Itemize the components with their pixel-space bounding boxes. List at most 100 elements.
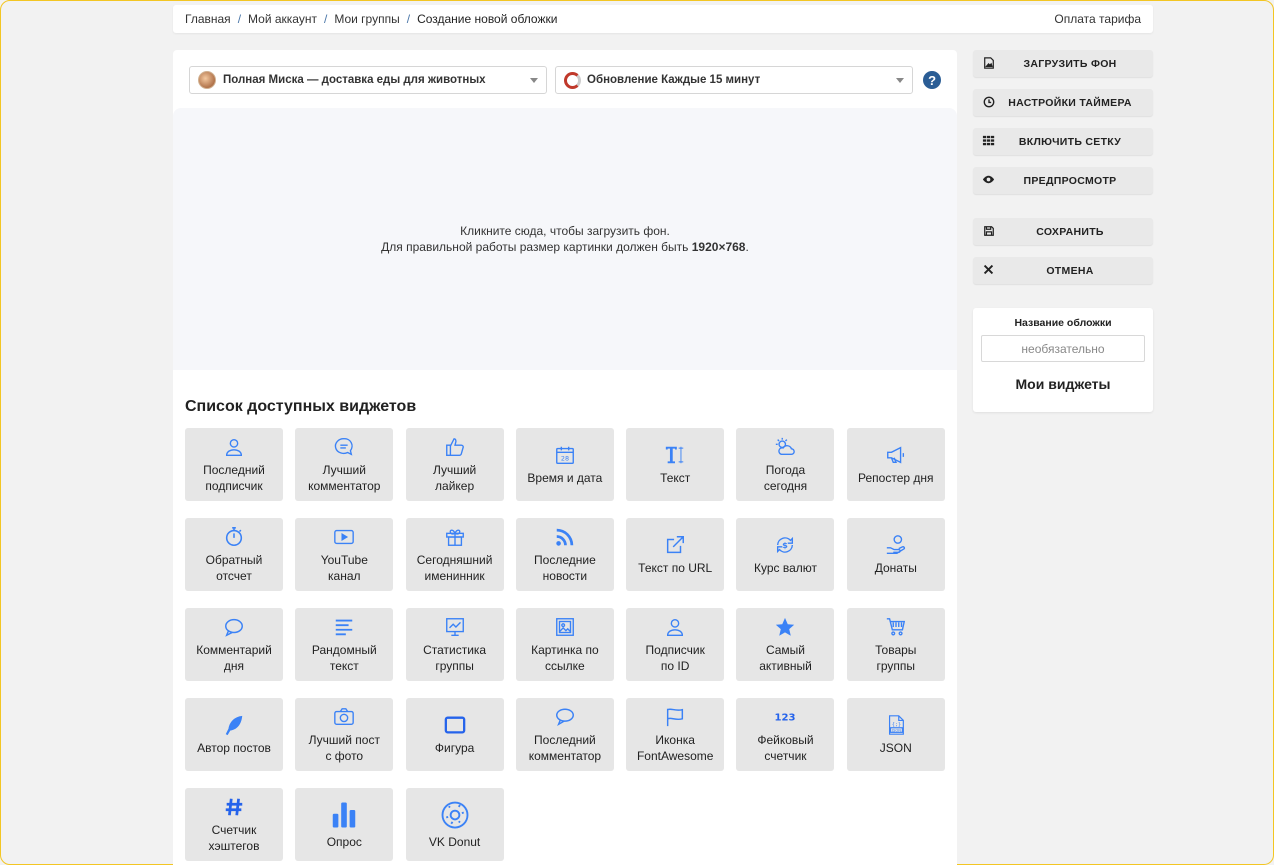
timer-icon: [564, 71, 582, 89]
comment-icon: [222, 615, 246, 639]
widget-best-commenter[interactable]: Лучший комментатор: [295, 428, 394, 501]
widget-text-url[interactable]: Текст по URL: [626, 518, 725, 591]
cancel-button[interactable]: ОТМЕНА: [973, 257, 1153, 284]
widget-label: Лучший лайкер: [432, 463, 477, 493]
breadcrumb-groups[interactable]: Мои группы: [334, 12, 399, 26]
editor-panel: Полная Миска — доставка еды для животных…: [173, 50, 957, 865]
feather-icon: [222, 713, 246, 737]
gift-icon: [443, 525, 467, 549]
widget-text[interactable]: Текст: [626, 428, 725, 501]
widget-birthday[interactable]: Сегодняшний именинник: [405, 518, 504, 591]
counter-icon: 123: [773, 705, 797, 729]
widget-reposter[interactable]: Репостер дня: [846, 428, 945, 501]
rss-icon: [553, 525, 577, 549]
breadcrumb-separator: /: [406, 12, 411, 26]
breadcrumb-separator: /: [237, 12, 242, 26]
sidebar: ЗАГРУЗИТЬ ФОН НАСТРОЙКИ ТАЙМЕРА ВКЛЮЧИТЬ…: [973, 50, 1153, 412]
selects-row: Полная Миска — доставка еды для животных…: [189, 66, 942, 94]
upload-background-button[interactable]: ЗАГРУЗИТЬ ФОН: [973, 50, 1153, 77]
hashtag-icon: [222, 795, 246, 819]
donut-icon: [439, 799, 471, 831]
cancel-label: ОТМЕНА: [1046, 264, 1094, 277]
help-icon[interactable]: ?: [923, 71, 942, 89]
widget-image-url[interactable]: Картинка по ссылке: [515, 608, 614, 681]
donate-icon: [884, 533, 908, 557]
pay-tariff-link[interactable]: Оплата тарифа: [1054, 12, 1141, 26]
widget-datetime[interactable]: 28 Время и дата: [515, 428, 614, 501]
background-upload-area[interactable]: Кликните сюда, чтобы загрузить фон. Для …: [173, 108, 957, 370]
image-file-icon: [982, 56, 995, 69]
grid-icon: [982, 134, 995, 147]
widget-youtube[interactable]: YouTube канал: [295, 518, 394, 591]
user-id-icon: [663, 615, 687, 639]
widget-label: VK Donut: [428, 835, 481, 849]
cover-name-title: Название обложки: [1014, 317, 1112, 329]
external-link-icon: [663, 533, 687, 557]
widget-countdown[interactable]: Обратный отсчет: [185, 518, 283, 591]
widget-best-liker[interactable]: Лучший лайкер: [405, 428, 504, 501]
widget-last-commenter[interactable]: Последний комментатор: [515, 698, 614, 771]
widget-poll[interactable]: Опрос: [295, 788, 394, 861]
widget-label: Погода сегодня: [763, 463, 808, 493]
widget-label: Текст по URL: [638, 561, 713, 575]
cover-name-input[interactable]: [981, 335, 1145, 362]
youtube-icon: [332, 525, 356, 549]
widget-fake-counter[interactable]: 123 Фейковый счетчик: [736, 698, 835, 771]
timer-settings-label: НАСТРОЙКИ ТАЙМЕРА: [1008, 96, 1132, 109]
enable-grid-button[interactable]: ВКЛЮЧИТЬ СЕТКУ: [973, 128, 1153, 155]
flag-icon: [663, 705, 687, 729]
cart-icon: [884, 615, 908, 639]
preview-label: ПРЕДПРОСМОТР: [1023, 174, 1117, 187]
widget-news[interactable]: Последние новости: [515, 518, 614, 591]
widget-json[interactable]: {;} JSON JSON: [846, 698, 945, 771]
speech-icon: [553, 705, 577, 729]
breadcrumb-account[interactable]: Мой аккаунт: [248, 12, 317, 26]
widget-group-stats[interactable]: Статистика группы: [405, 608, 504, 681]
widget-label: Обратный отсчет: [205, 553, 263, 583]
widget-best-photo-post[interactable]: Лучший пост с фото: [295, 698, 394, 771]
widget-label: Сегодняшний именинник: [416, 553, 493, 583]
times-icon: [982, 263, 995, 276]
save-label: СОХРАНИТЬ: [1036, 225, 1104, 238]
widget-most-active[interactable]: Самый активный: [736, 608, 835, 681]
widget-vk-donut[interactable]: VK Donut: [405, 788, 504, 861]
timer-select[interactable]: Обновление Каждые 15 минут: [555, 66, 914, 94]
breadcrumb-home[interactable]: Главная: [185, 12, 231, 26]
widget-post-author[interactable]: Автор постов: [185, 698, 283, 771]
camera-icon: [332, 705, 356, 729]
stats-icon: [443, 615, 467, 639]
widget-label: Текст: [660, 471, 691, 485]
svg-text:123: 123: [775, 713, 796, 724]
save-button[interactable]: СОХРАНИТЬ: [973, 218, 1153, 245]
breadcrumb-separator: /: [323, 12, 328, 26]
widget-weather[interactable]: Погода сегодня: [736, 428, 835, 501]
widget-hashtag-counter[interactable]: Счетчик хэштегов: [185, 788, 283, 861]
widget-label: Комментарий дня: [196, 643, 272, 673]
floppy-icon: [982, 224, 995, 237]
widget-label: Опрос: [326, 835, 362, 849]
my-widgets-heading[interactable]: Мои виджеты: [981, 376, 1145, 392]
widget-currency[interactable]: $ Курс валют: [736, 518, 835, 591]
widget-group-products[interactable]: Товары группы: [846, 608, 945, 681]
widget-last-subscriber[interactable]: Последний подписчик: [185, 428, 283, 501]
widget-subscriber-id[interactable]: Подписчик по ID: [626, 608, 725, 681]
widget-random-text[interactable]: Рандомный текст: [295, 608, 394, 681]
widget-label: Донаты: [874, 561, 917, 575]
calendar-icon: 28: [553, 443, 577, 467]
widget-label: Рандомный текст: [311, 643, 377, 673]
megaphone-icon: [884, 443, 908, 467]
widget-fontawesome-icon[interactable]: Иконка FontAwesome: [626, 698, 725, 771]
upload-hint-text: Для правильной работы размер картинки до…: [381, 240, 692, 254]
widget-label: Последний подписчик: [203, 463, 265, 493]
timer-settings-button[interactable]: НАСТРОЙКИ ТАЙМЕРА: [973, 89, 1153, 116]
widget-label: Последний комментатор: [528, 733, 602, 763]
upload-size: 1920×768: [691, 240, 746, 254]
preview-button[interactable]: ПРЕДПРОСМОТР: [973, 167, 1153, 194]
group-select[interactable]: Полная Миска — доставка еды для животных: [189, 66, 548, 94]
widget-label: Последние новости: [534, 553, 596, 583]
caret-down-icon: [530, 78, 539, 83]
widget-shape[interactable]: Фигура: [405, 698, 504, 771]
widget-comment-of-day[interactable]: Комментарий дня: [185, 608, 283, 681]
widget-donations[interactable]: Донаты: [846, 518, 945, 591]
widget-label: Картинка по ссылке: [531, 643, 599, 673]
